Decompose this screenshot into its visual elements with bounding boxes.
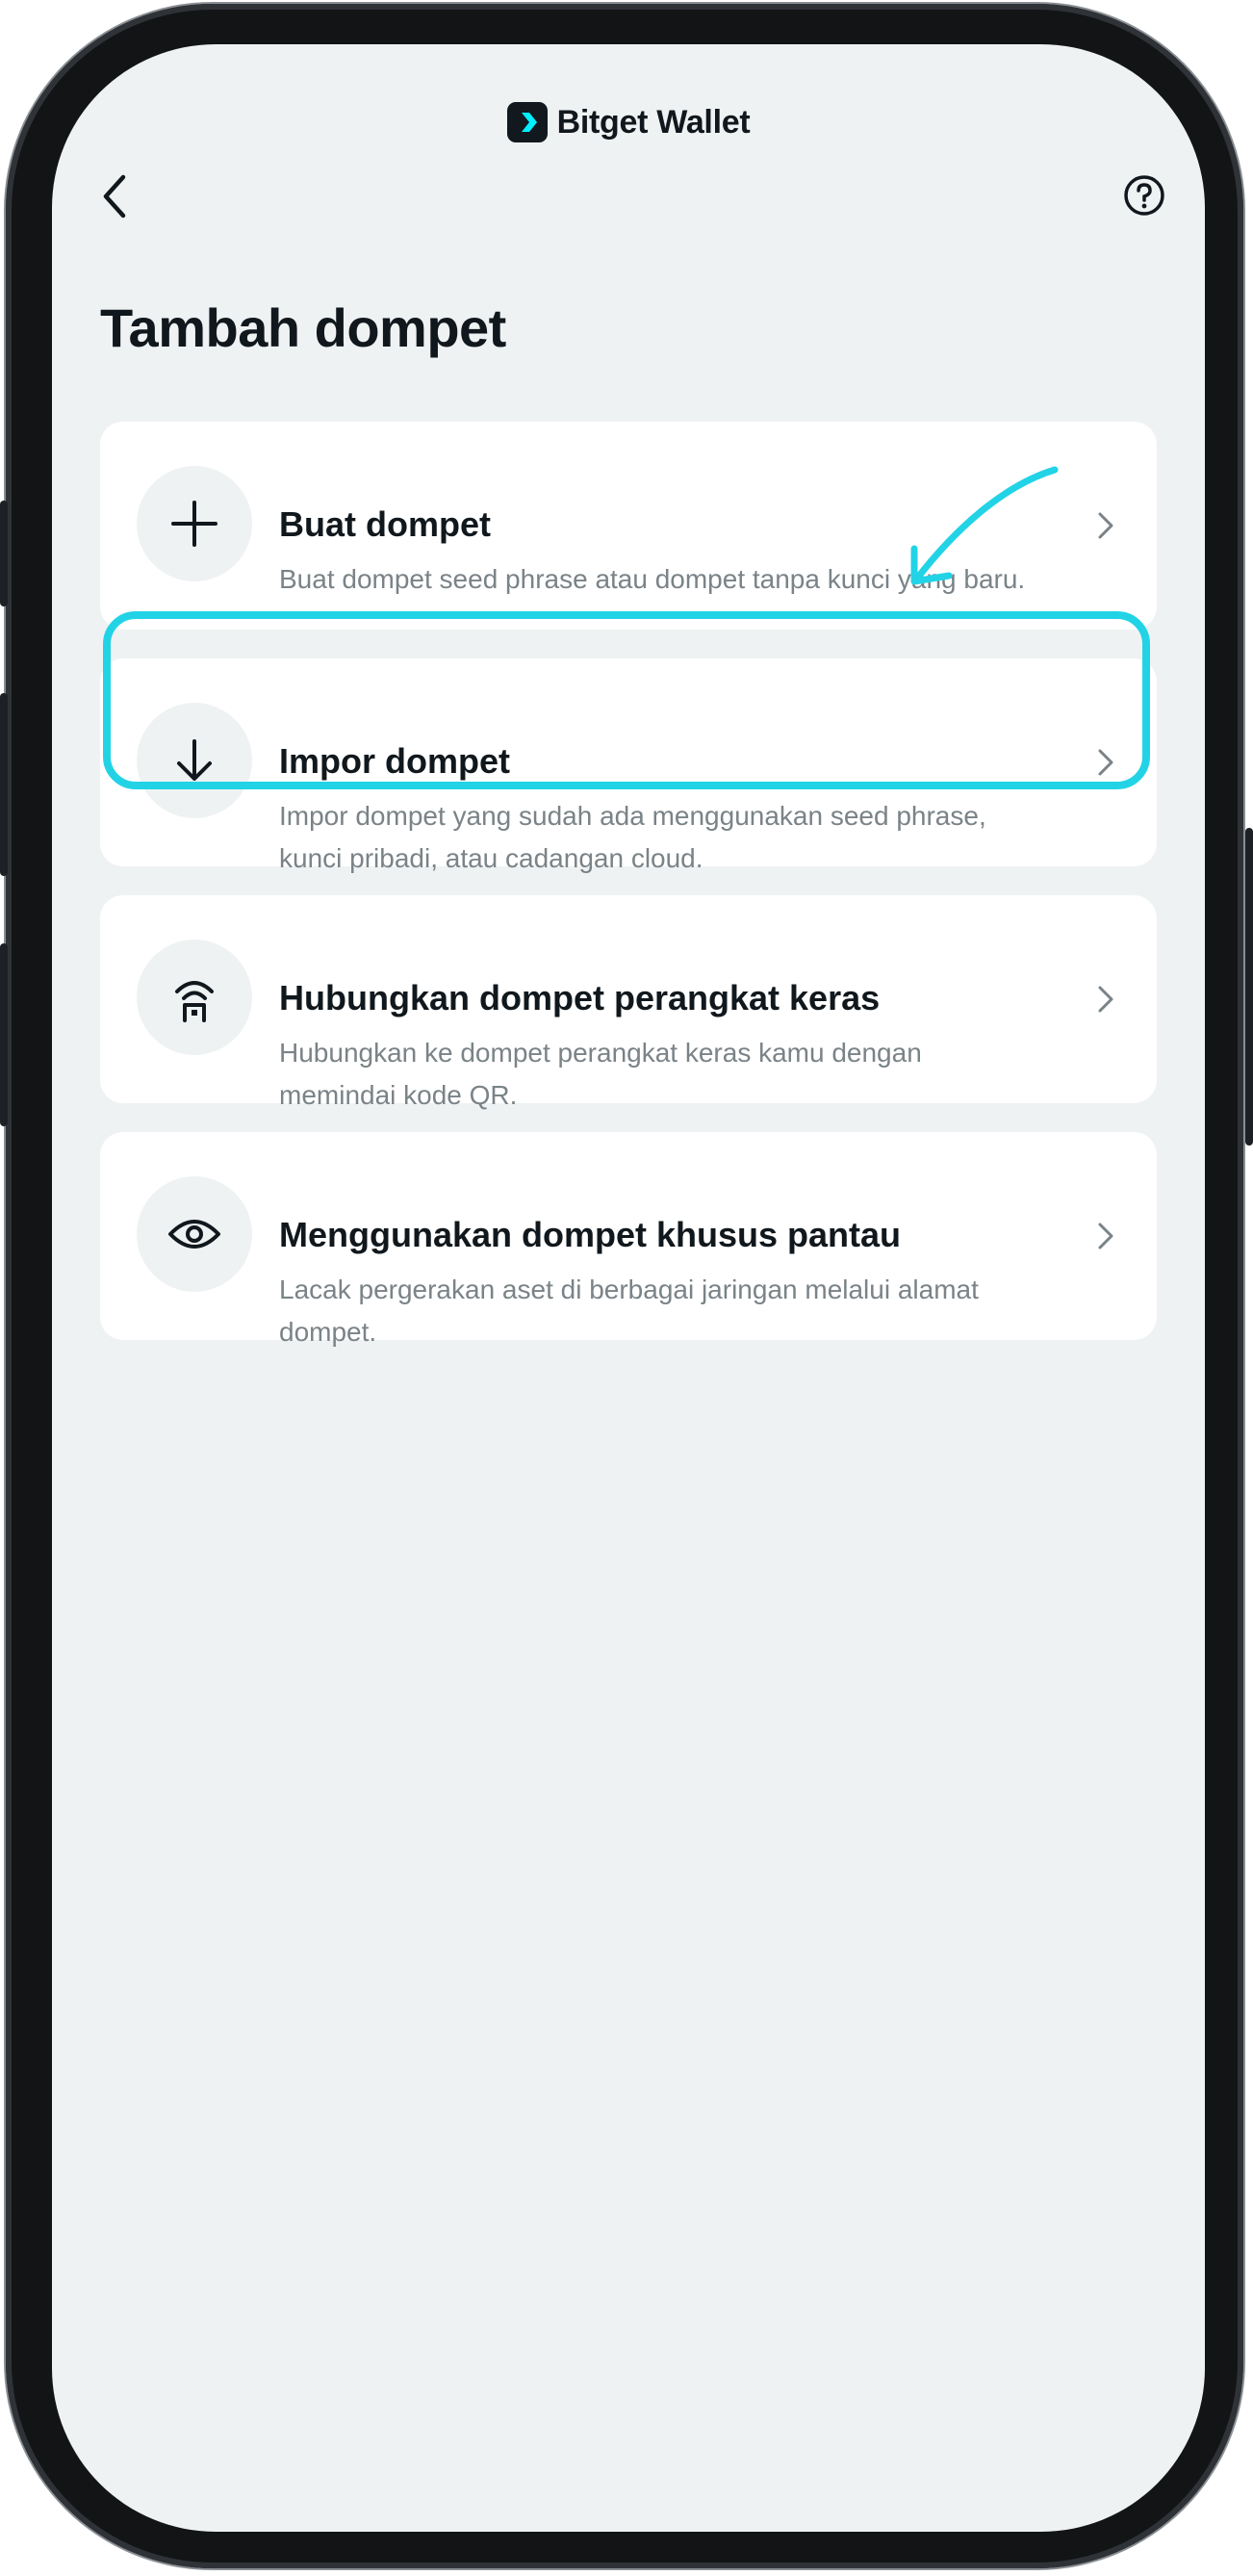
option-title: Hubungkan dompet perangkat keras	[279, 978, 881, 1018]
page-title: Tambah dompet	[100, 297, 506, 358]
option-watch-only-wallet[interactable]: Menggunakan dompet khusus pantau Lacak p…	[100, 1132, 1157, 1347]
chevron-right-icon	[1091, 506, 1120, 545]
option-description: Hubungkan ke dompet perangkat keras kamu…	[279, 1038, 922, 1110]
chevron-left-icon	[103, 174, 126, 219]
option-icon-circle	[137, 703, 252, 818]
option-hardware-wallet[interactable]: Hubungkan dompet perangkat keras Hubungk…	[100, 895, 1157, 1110]
option-icon-circle	[137, 940, 252, 1055]
phone-side-button	[1245, 828, 1253, 1146]
hardware-wallet-icon	[175, 981, 214, 1022]
option-title: Buat dompet	[279, 504, 491, 544]
phone-side-button	[0, 501, 8, 606]
option-import-wallet[interactable]: Impor dompet Impor dompet yang sudah ada…	[100, 658, 1157, 873]
eye-icon	[168, 1220, 220, 1249]
help-button[interactable]	[1120, 171, 1168, 219]
phone-side-button	[0, 943, 8, 1126]
chevron-right-icon	[1091, 980, 1120, 1018]
back-button[interactable]	[90, 167, 139, 225]
chevron-right-icon	[1091, 1217, 1120, 1255]
option-title: Impor dompet	[279, 741, 510, 781]
option-icon-circle	[137, 466, 252, 581]
app-screen: Bitget Wallet Tambah dompet Buat dompet …	[52, 44, 1205, 2532]
question-circle-icon	[1124, 175, 1164, 216]
arrow-down-icon	[177, 739, 212, 781]
bitget-logo-icon	[506, 102, 548, 142]
brand-header: Bitget Wallet	[52, 102, 1205, 142]
option-title: Menggunakan dompet khusus pantau	[279, 1215, 902, 1254]
option-description: Buat dompet seed phrase atau dompet tanp…	[279, 564, 1026, 594]
option-description: Lacak pergerakan aset di berbagai jaring…	[279, 1275, 979, 1347]
option-create-wallet[interactable]: Buat dompet Buat dompet seed phrase atau…	[100, 422, 1157, 630]
plus-icon	[171, 501, 217, 547]
brand-name: Bitget Wallet	[556, 103, 751, 141]
option-description: Impor dompet yang sudah ada menggunakan …	[279, 801, 986, 873]
phone-side-button	[0, 693, 8, 876]
option-icon-circle	[137, 1176, 252, 1292]
chevron-right-icon	[1091, 743, 1120, 782]
